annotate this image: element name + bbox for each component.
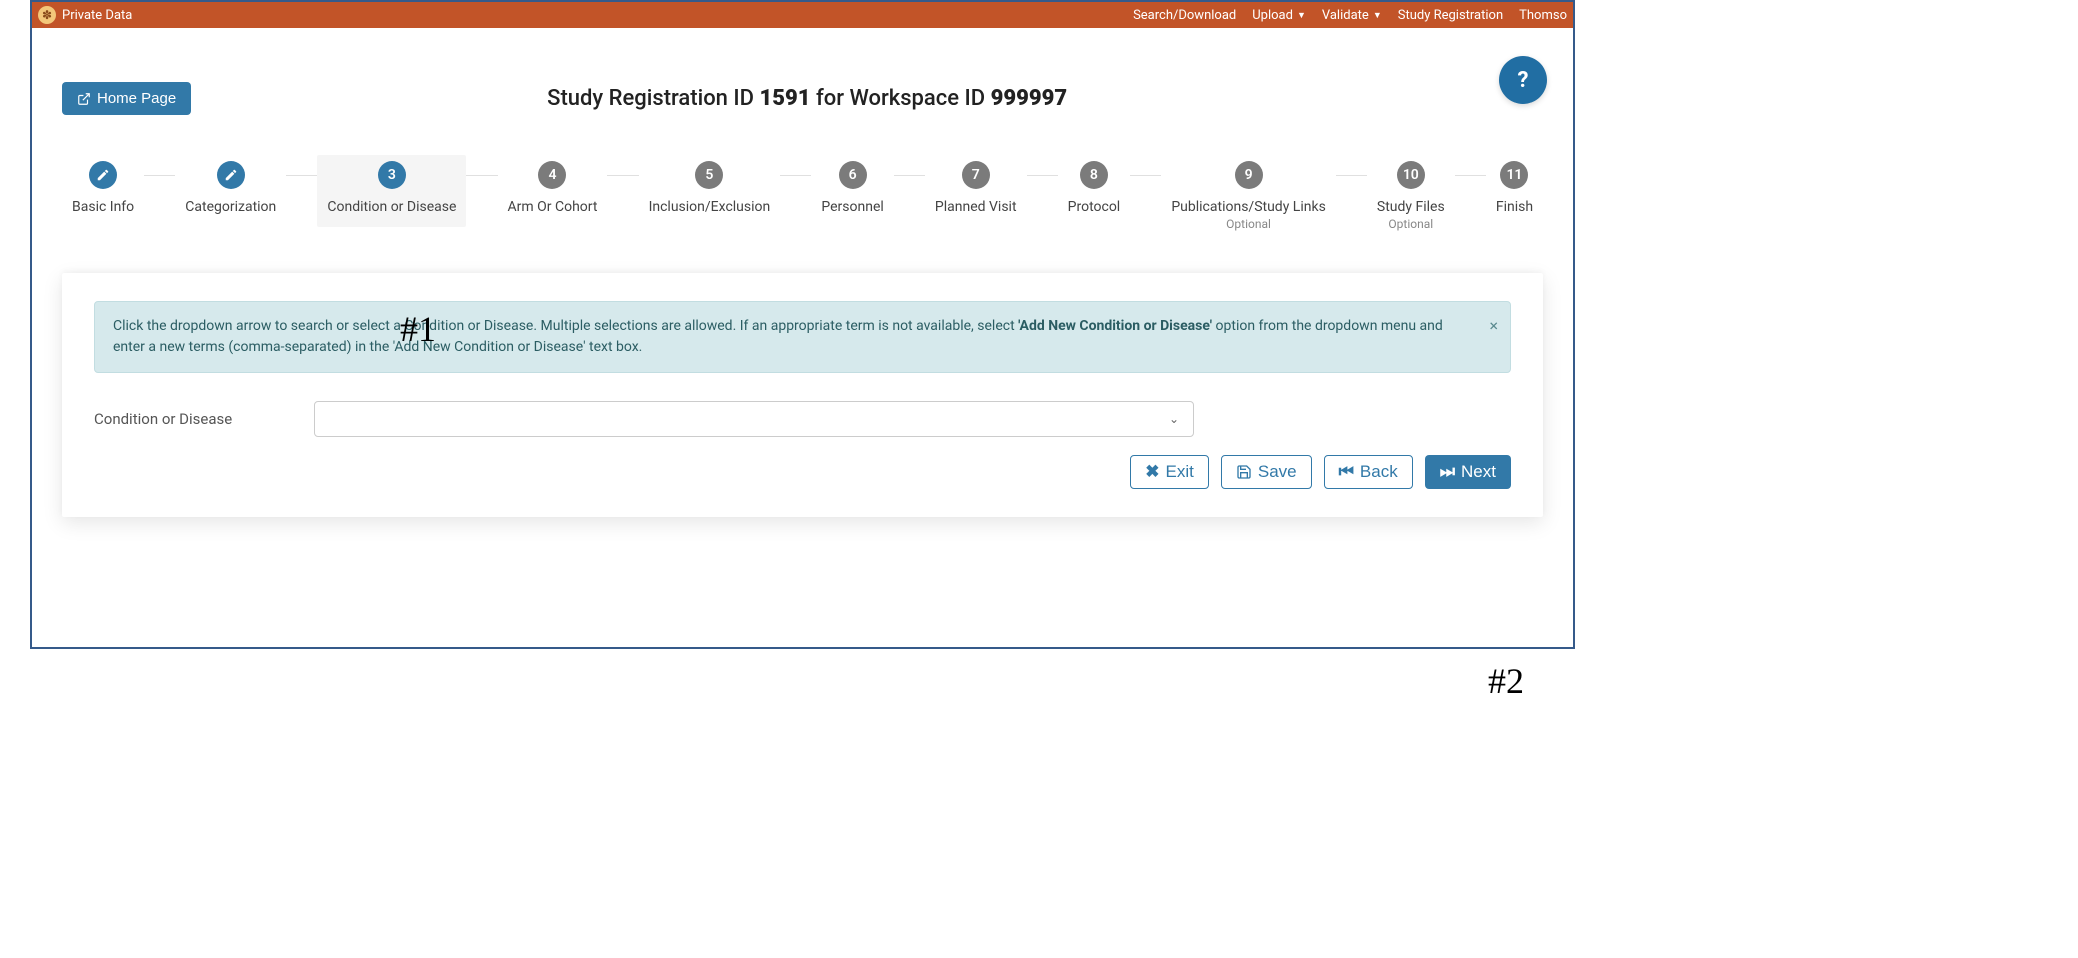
top-navbar: ✽ Private Data Search/Download Upload ▼ … [32,2,1573,28]
nav-link-upload[interactable]: Upload ▼ [1252,8,1306,23]
step-personnel[interactable]: 6 Personnel [811,155,893,227]
question-icon: ? [1518,68,1529,93]
step-label: Publications/Study Links [1171,199,1325,215]
nav-link-label: Validate [1322,8,1369,23]
app-window: ✽ Private Data Search/Download Upload ▼ … [30,0,1575,649]
back-button[interactable]: ⏮ Back [1324,455,1413,489]
step-circle-todo: 11 [1500,161,1528,189]
step-label: Finish [1496,199,1533,215]
nav-link-label: Thomso [1519,8,1567,23]
page-content: Home Page Study Registration ID 1591 for… [32,28,1573,547]
step-circle-todo: 6 [839,161,867,189]
step-label: Study Files [1377,199,1445,215]
step-label: Planned Visit [935,199,1017,215]
wizard-stepper: Basic Info Categorization 3 Condition or… [62,155,1543,243]
step-circle-todo: 7 [962,161,990,189]
step-planned-visit[interactable]: 7 Planned Visit [925,155,1027,227]
step-label: Personnel [821,199,883,215]
step-label: Arm Or Cohort [508,199,598,215]
step-sublabel: Optional [1226,217,1271,231]
next-button-label: Next [1461,462,1496,482]
step-circle-todo: 10 [1397,161,1425,189]
page-title: Study Registration ID 1591 for Workspace… [191,86,1423,111]
nav-link-study-registration[interactable]: Study Registration [1398,8,1503,23]
step-label: Protocol [1068,199,1121,215]
back-button-label: Back [1360,462,1398,482]
brand-icon: ✽ [38,6,56,24]
external-link-icon [77,92,91,106]
chevron-down-icon: ⌄ [1169,412,1179,426]
home-page-button-label: Home Page [97,90,176,107]
skip-forward-icon: ⏭ [1440,462,1455,482]
step-publications-study-links[interactable]: 9 Publications/Study Links Optional [1161,155,1335,243]
condition-label: Condition or Disease [94,410,284,428]
skip-back-icon: ⏮ [1339,462,1354,482]
brand-label: Private Data [62,8,132,23]
caret-down-icon: ▼ [1297,10,1306,21]
step-circle-todo: 4 [538,161,566,189]
nav-link-thomso[interactable]: Thomso [1519,8,1567,23]
info-text: Click the dropdown arrow to search or se… [113,318,1018,334]
step-label: Basic Info [72,199,134,215]
step-circle-done [89,161,117,189]
close-icon: ✖ [1145,462,1159,482]
step-circle-todo: 8 [1080,161,1108,189]
save-icon [1236,464,1252,480]
alert-close-button[interactable]: × [1489,314,1498,338]
nav-links: Search/Download Upload ▼ Validate ▼ Stud… [1133,8,1567,23]
pencil-icon [96,168,110,182]
step-circle-current: 3 [378,161,406,189]
exit-button[interactable]: ✖ Exit [1130,455,1209,489]
save-button-label: Save [1258,462,1297,482]
pencil-icon [224,168,238,182]
nav-link-label: Search/Download [1133,8,1236,23]
next-button[interactable]: ⏭ Next [1425,455,1511,489]
step-circle-done [217,161,245,189]
nav-link-validate[interactable]: Validate ▼ [1322,8,1382,23]
step-sublabel: Optional [1388,217,1433,231]
info-text-bold: 'Add New Condition or Disease' [1018,318,1212,334]
nav-link-label: Study Registration [1398,8,1503,23]
form-card: Click the dropdown arrow to search or se… [62,273,1543,517]
step-condition-or-disease[interactable]: 3 Condition or Disease [317,155,466,227]
caret-down-icon: ▼ [1373,10,1382,21]
nav-link-search-download[interactable]: Search/Download [1133,8,1236,23]
condition-select[interactable]: ⌄ [314,401,1194,437]
step-label: Condition or Disease [327,199,456,215]
exit-button-label: Exit [1166,462,1194,482]
save-button[interactable]: Save [1221,455,1312,489]
step-label: Inclusion/Exclusion [649,199,771,215]
step-label: Categorization [185,199,276,215]
step-inclusion-exclusion[interactable]: 5 Inclusion/Exclusion [639,155,781,227]
nav-link-label: Upload [1252,8,1293,23]
help-button[interactable]: ? [1499,56,1547,104]
step-arm-or-cohort[interactable]: 4 Arm Or Cohort [498,155,608,227]
step-circle-todo: 9 [1235,161,1263,189]
home-page-button[interactable]: Home Page [62,82,191,115]
step-finish[interactable]: 11 Finish [1486,155,1543,227]
step-basic-info[interactable]: Basic Info [62,155,144,227]
annotation-1: #1 [400,308,436,350]
info-alert: Click the dropdown arrow to search or se… [94,301,1511,373]
annotation-2: #2 [1488,660,1524,702]
step-protocol[interactable]: 8 Protocol [1058,155,1131,227]
step-categorization[interactable]: Categorization [175,155,286,227]
step-study-files[interactable]: 10 Study Files Optional [1367,155,1455,243]
step-circle-todo: 5 [695,161,723,189]
